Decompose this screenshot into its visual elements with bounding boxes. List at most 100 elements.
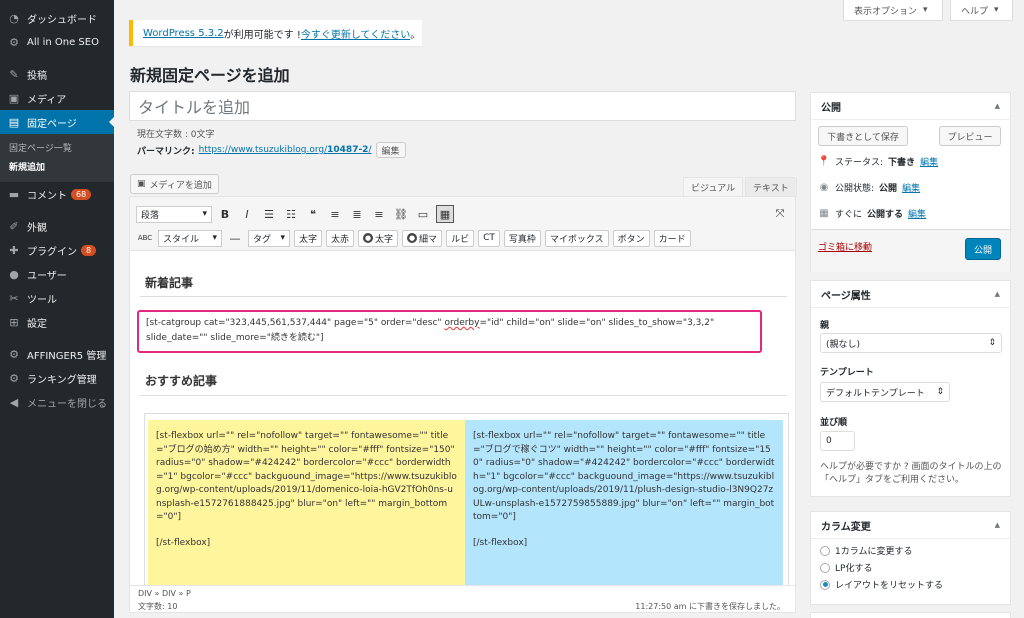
column-change-box: カラム変更 ▲ 1カラムに変更する LP化する レイアウトをリセットする <box>810 511 1011 605</box>
align-left-icon[interactable]: ≡ <box>326 205 344 223</box>
column-change-header[interactable]: カラム変更 ▲ <box>811 512 1010 539</box>
sidebar-collapse-menu[interactable]: ◀ メニューを閉じる <box>0 390 114 414</box>
bullet-list-icon[interactable]: ☰ <box>260 205 278 223</box>
person-icon: ● <box>363 233 374 243</box>
brush-icon: ✐ <box>9 219 19 233</box>
publish-box-header[interactable]: 公開 ▲ <box>811 93 1010 120</box>
autosave-status: 11:27:50 am に下書きを保存しました。 <box>635 602 785 611</box>
option-one-column[interactable]: 1カラムに変更する <box>820 544 912 557</box>
italic-icon[interactable]: I <box>238 205 256 223</box>
status-edit-link[interactable]: 編集 <box>920 155 938 168</box>
align-right-icon[interactable]: ≡ <box>370 205 388 223</box>
format-select[interactable]: 段落 ▾ <box>136 205 212 223</box>
sidebar-item-affinger[interactable]: ⚙ AFFINGER5 管理 <box>0 342 114 366</box>
update-now-link[interactable]: 今すぐ更新してください <box>301 26 410 41</box>
settings-icon: ⊞ <box>9 315 19 329</box>
permalink-url[interactable]: https://www.tsuzukiblog.org/10487-2/ <box>199 145 372 155</box>
visibility-edit-link[interactable]: 編集 <box>902 181 920 194</box>
toolbar-toggle-icon[interactable]: ▦ <box>436 205 454 223</box>
option-reset-layout[interactable]: レイアウトをリセットする <box>820 578 943 591</box>
qt-ruby-button[interactable]: ルビ <box>446 229 475 247</box>
radio-button-selected[interactable] <box>820 579 830 590</box>
preview-button[interactable]: プレビュー <box>939 126 1001 146</box>
submenu-all-pages[interactable]: 固定ページ一覧 <box>0 138 114 157</box>
flexbox-right-cell[interactable]: [st-flexbox url="" rel="nofollow" target… <box>465 420 783 585</box>
editor-content[interactable]: 新着記事 [st-catgroup cat="323,445,561,537,4… <box>130 252 795 585</box>
qt-thin-marker-button[interactable]: ● 細マ <box>402 229 443 247</box>
wp-version-link[interactable]: WordPress 5.3.2 <box>143 28 224 39</box>
qt-ct-button[interactable]: CT <box>478 229 500 247</box>
parent-select[interactable]: (親なし) ⇕ <box>820 333 1002 353</box>
submenu-add-new[interactable]: 新規追加 <box>0 157 114 176</box>
visibility-row: ◉ 公開状態: 公開 編集 <box>819 181 921 194</box>
numbered-list-icon[interactable]: ☷ <box>282 205 300 223</box>
blockquote-icon[interactable]: ❝ <box>304 205 322 223</box>
trash-link[interactable]: ゴミ箱に移動 <box>818 240 872 253</box>
gear-icon: ⚙ <box>9 35 19 49</box>
style-select[interactable]: スタイル ▾ <box>158 229 222 247</box>
char-count: 現在文字数 : 0文字 <box>137 130 215 140</box>
updown-icon: ⇕ <box>936 387 944 397</box>
eye-icon: ◉ <box>819 182 829 193</box>
publish-button[interactable]: 公開 <box>965 238 1001 260</box>
sidebar-item-appearance[interactable]: ✐ 外観 <box>0 214 114 238</box>
link-icon[interactable]: ⛓ <box>392 205 410 223</box>
qt-bold-red-button[interactable]: 太赤 <box>326 229 355 247</box>
tag-select[interactable]: タグ ▾ <box>248 229 290 247</box>
qt-bold-button[interactable]: 太字 <box>294 229 323 247</box>
sidebar-item-settings[interactable]: ⊞ 設定 <box>0 310 114 334</box>
qt-card-button[interactable]: カード <box>653 229 691 247</box>
collapse-arrow-icon: ▲ <box>994 102 1000 110</box>
qt-mybox-button[interactable]: マイボックス <box>544 229 609 247</box>
save-draft-button[interactable]: 下書きとして保存 <box>818 126 908 146</box>
publish-actions: ゴミ箱に移動 公開 <box>811 229 1010 272</box>
bold-icon[interactable]: B <box>216 205 234 223</box>
help-tab[interactable]: ヘルプ ▾ <box>950 0 1013 21</box>
page-attributes-header[interactable]: ページ属性 ▲ <box>811 281 1010 308</box>
sidebar-item-media[interactable]: ▣ メディア <box>0 86 114 110</box>
wrench-icon: ✂ <box>9 291 19 305</box>
option-lp[interactable]: LP化する <box>820 561 872 574</box>
qt-button-button[interactable]: ボタン <box>612 229 650 247</box>
strikethrough-icon[interactable]: ABC <box>136 229 154 247</box>
add-media-button[interactable]: ▣ メディアを追加 <box>130 174 219 194</box>
align-center-icon[interactable]: ≣ <box>348 205 366 223</box>
catgroup-shortcode[interactable]: [st-catgroup cat="323,445,561,537,444" p… <box>137 310 762 353</box>
sidebar-item-ranking[interactable]: ⚙ ランキング管理 <box>0 366 114 390</box>
tab-visual[interactable]: ビジュアル <box>683 177 744 197</box>
sidebar-item-posts[interactable]: ✎ 投稿 <box>0 62 114 86</box>
read-more-icon[interactable]: ▭ <box>414 205 432 223</box>
order-input[interactable]: 0 <box>820 431 855 451</box>
collapse-icon: ◀ <box>9 395 19 409</box>
updown-icon: ⇕ <box>988 338 996 348</box>
template-label: テンプレート <box>820 368 874 378</box>
gear-icon: ⚙ <box>9 371 19 385</box>
qt-bold-marker-button[interactable]: ● 太字 <box>358 229 399 247</box>
screen-options-tab[interactable]: 表示オプション ▾ <box>843 0 943 21</box>
fullscreen-icon[interactable]: ⤧ <box>771 205 789 223</box>
chevron-down-icon: ▾ <box>923 5 928 15</box>
sidebar-item-aioseo[interactable]: ⚙ All in One SEO <box>0 30 114 54</box>
schedule-edit-link[interactable]: 編集 <box>908 207 926 220</box>
flexbox-left-cell[interactable]: [st-flexbox url="" rel="nofollow" target… <box>148 420 466 585</box>
sidebar-item-comments[interactable]: ▬ コメント 68 <box>0 182 114 206</box>
sidebar-item-users[interactable]: ● ユーザー <box>0 262 114 286</box>
sidebar-item-tools[interactable]: ✂ ツール <box>0 286 114 310</box>
collapse-arrow-icon: ▲ <box>994 521 1000 529</box>
template-select[interactable]: デフォルトテンプレート ⇕ <box>820 382 950 402</box>
permalink-edit-button[interactable]: 編集 <box>375 142 406 158</box>
chevron-down-icon: ▾ <box>994 5 999 15</box>
title-input[interactable]: タイトルを追加 <box>129 91 796 121</box>
horizontal-line-icon[interactable]: — <box>226 229 244 247</box>
sidebar-submenu: 固定ページ一覧 新規追加 <box>0 134 114 182</box>
sidebar-item-dashboard[interactable]: ◔ ダッシュボード <box>0 6 114 30</box>
sidebar-item-plugins[interactable]: ✚ プラグイン 8 <box>0 238 114 262</box>
radio-button[interactable] <box>820 562 830 573</box>
page-attributes-box: ページ属性 ▲ 親 (親なし) ⇕ テンプレート デフォルトテンプレート ⇕ 並び順 … <box>810 280 1011 497</box>
flexbox-table: [st-flexbox url="" rel="nofollow" target… <box>144 413 789 585</box>
radio-button[interactable] <box>820 545 830 556</box>
tab-text[interactable]: テキスト <box>745 177 797 197</box>
media-icon: ▣ <box>8 91 20 105</box>
qt-photo-frame-button[interactable]: 写真枠 <box>503 229 541 247</box>
sidebar-item-pages[interactable]: ▤ 固定ページ <box>0 110 114 134</box>
